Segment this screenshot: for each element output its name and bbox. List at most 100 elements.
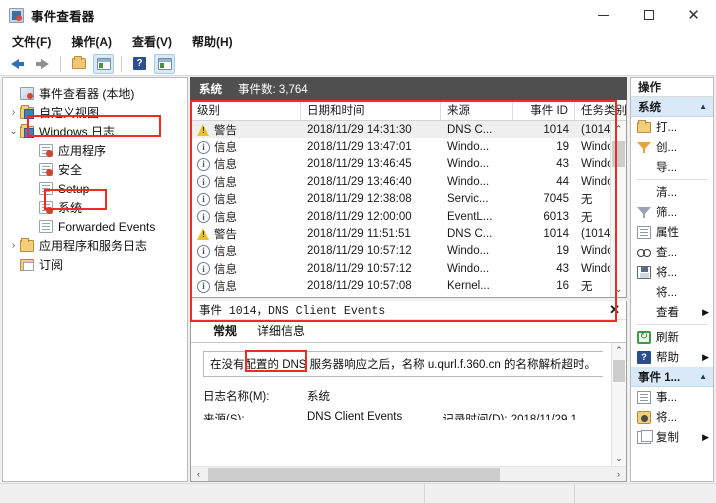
- details-hscroll-thumb[interactable]: [208, 467, 500, 481]
- forward-button[interactable]: [32, 54, 53, 74]
- details-close-icon[interactable]: ✕: [609, 302, 620, 318]
- menu-help[interactable]: 帮助(H): [192, 33, 233, 50]
- log-forwarded-icon: [39, 220, 53, 233]
- action-open-saved-log[interactable]: 打...: [631, 117, 713, 137]
- tree-subscriptions[interactable]: 订阅: [3, 255, 187, 274]
- collapse-caret-icon[interactable]: ▲: [699, 102, 707, 111]
- attach-task-icon-2: [637, 410, 651, 424]
- log-application-icon: [39, 144, 53, 157]
- action-filter-current-log[interactable]: 筛...: [631, 202, 713, 222]
- toolbar: ?: [0, 52, 716, 76]
- tree-windows-logs[interactable]: ⌄ Windows 日志: [3, 122, 187, 141]
- tree-custom-views[interactable]: › 自定义视图: [3, 103, 187, 122]
- menu-view[interactable]: 查看(V): [132, 33, 172, 50]
- details-scroll-track[interactable]: [612, 358, 627, 451]
- tree-system[interactable]: 系统: [3, 198, 187, 217]
- tree-application[interactable]: 应用程序: [3, 141, 187, 160]
- submenu-arrow-icon-3[interactable]: ▶: [702, 432, 713, 443]
- chevron-right-icon-2[interactable]: ›: [7, 240, 20, 251]
- chevron-down-icon[interactable]: ⌄: [7, 126, 20, 137]
- collapse-caret-icon-2[interactable]: ▲: [699, 372, 707, 381]
- list-vertical-scrollbar[interactable]: ⌃ ⌄: [610, 121, 626, 297]
- menu-action[interactable]: 操作(A): [71, 33, 112, 50]
- action-properties[interactable]: 属性: [631, 222, 713, 242]
- details-scroll-down-icon[interactable]: ⌄: [612, 451, 627, 466]
- table-row[interactable]: i 信息 2018/11/29 12:00:00 EventL... 6013 无: [191, 208, 610, 225]
- details-horizontal-scrollbar[interactable]: ‹ ›: [191, 466, 626, 481]
- tree-forwarded-events[interactable]: Forwarded Events: [3, 217, 187, 236]
- scroll-track[interactable]: [611, 137, 627, 281]
- details-vertical-scrollbar[interactable]: ⌃ ⌄: [611, 343, 626, 466]
- cell-event-id: 19: [556, 245, 569, 258]
- submenu-arrow-icon-2[interactable]: ▶: [702, 352, 713, 363]
- tree-event-viewer-local[interactable]: 事件查看器 (本地): [3, 84, 187, 103]
- table-row[interactable]: i 信息 2018/11/29 10:57:12 Windo... 19 Wind…: [191, 243, 623, 260]
- action-label: 将...: [656, 287, 678, 299]
- table-row[interactable]: i 信息 2018/11/29 13:47:01 Windo... 19 Wind…: [191, 138, 623, 155]
- action-attach-task-to-event[interactable]: 将...: [631, 407, 713, 427]
- table-row[interactable]: 警告 2018/11/29 11:51:51 DNS C... 1014 (10…: [191, 225, 614, 242]
- window-title: 事件查看器: [31, 9, 95, 24]
- actions-section-system[interactable]: 系统 ▲: [631, 97, 713, 117]
- tab-general[interactable]: 常规: [205, 320, 245, 342]
- log-setup-icon: [39, 182, 53, 195]
- column-header-level[interactable]: 级别: [191, 100, 301, 120]
- events-list: 级别 日期和时间 来源 事件 ID 任务类别 警告 2018/11/29 14:…: [190, 100, 649, 298]
- action-attach-task[interactable]: 将...: [631, 282, 713, 302]
- column-header-source[interactable]: 来源: [441, 100, 513, 120]
- tab-details[interactable]: 详细信息: [249, 320, 313, 342]
- action-create-custom-view[interactable]: 创...: [631, 137, 713, 157]
- action-save-all-events[interactable]: 将...: [631, 262, 713, 282]
- action-help[interactable]: ? 帮助 ▶: [631, 347, 713, 367]
- info-icon: i: [197, 140, 210, 154]
- scroll-thumb[interactable]: [611, 141, 625, 167]
- details-scroll-thumb[interactable]: [612, 360, 625, 382]
- event-viewer-icon: [20, 87, 34, 100]
- action-label: 复制: [656, 432, 679, 444]
- action-event-properties[interactable]: 事...: [631, 387, 713, 407]
- action-copy[interactable]: 复制 ▶: [631, 427, 713, 447]
- action-label: 查...: [656, 247, 678, 259]
- scroll-down-icon[interactable]: ⌄: [611, 281, 627, 297]
- maximize-button[interactable]: [626, 0, 671, 30]
- action-clear-log[interactable]: 清...: [631, 182, 713, 202]
- action-import-custom-view[interactable]: 导...: [631, 157, 713, 177]
- table-row[interactable]: i 信息 2018/11/29 13:46:40 Windo... 44 Wind…: [191, 173, 623, 190]
- console-tree-pane: 事件查看器 (本地) › 自定义视图 ⌄ Windows 日志 应用程序 安全: [2, 77, 188, 482]
- cell-level: 警告: [191, 122, 301, 138]
- details-scroll-up-icon[interactable]: ⌃: [612, 343, 627, 358]
- close-button[interactable]: ✕: [671, 0, 716, 30]
- actions-section-event[interactable]: 事件 1... ▲: [631, 367, 713, 387]
- tree-setup[interactable]: Setup: [3, 179, 187, 198]
- column-header-datetime[interactable]: 日期和时间: [301, 100, 441, 120]
- tree-app-and-services-logs[interactable]: › 应用程序和服务日志: [3, 236, 187, 255]
- details-scroll-left-icon[interactable]: ‹: [191, 469, 206, 479]
- scroll-up-icon[interactable]: ⌃: [611, 121, 627, 137]
- tree-security[interactable]: 安全: [3, 160, 187, 179]
- action-refresh[interactable]: 刷新: [631, 327, 713, 347]
- submenu-arrow-icon[interactable]: ▶: [702, 307, 713, 318]
- menu-file[interactable]: 文件(F): [12, 33, 51, 50]
- table-row[interactable]: 警告 2018/11/29 14:31:30 DNS C... 1014 (10…: [191, 121, 614, 139]
- show-action-pane-button[interactable]: [154, 53, 175, 74]
- help-button[interactable]: ?: [129, 54, 150, 74]
- chevron-right-icon[interactable]: ›: [7, 107, 20, 118]
- table-row[interactable]: i 信息 2018/11/29 10:57:12 Windo... 43 Wind…: [191, 260, 623, 277]
- action-find[interactable]: 查...: [631, 242, 713, 262]
- action-view[interactable]: 查看 ▶: [631, 302, 713, 322]
- column-header-event-id[interactable]: 事件 ID: [513, 100, 575, 120]
- table-row[interactable]: i 信息 2018/11/29 13:46:45 Windo... 43 Wind…: [191, 156, 623, 173]
- folder-windows-logs-icon: [20, 123, 34, 138]
- table-row[interactable]: i 信息 2018/11/29 12:38:08 Servic... 7045 无: [191, 191, 610, 208]
- details-scroll-right-icon[interactable]: ›: [611, 469, 626, 479]
- details-tabs: 常规 详细信息: [191, 320, 626, 343]
- cell-event-id: 43: [556, 158, 569, 171]
- back-button[interactable]: [7, 54, 28, 74]
- minimize-button[interactable]: [581, 0, 626, 30]
- level-text: 信息: [214, 246, 237, 259]
- details-hscroll-track[interactable]: [206, 467, 611, 481]
- table-row[interactable]: i 信息 2018/11/29 10:57:08 Kernel... 16 无: [191, 278, 610, 295]
- show-console-tree-button[interactable]: [93, 53, 114, 74]
- open-saved-log-button[interactable]: [68, 54, 89, 74]
- tree-item-label: 应用程序: [58, 144, 107, 158]
